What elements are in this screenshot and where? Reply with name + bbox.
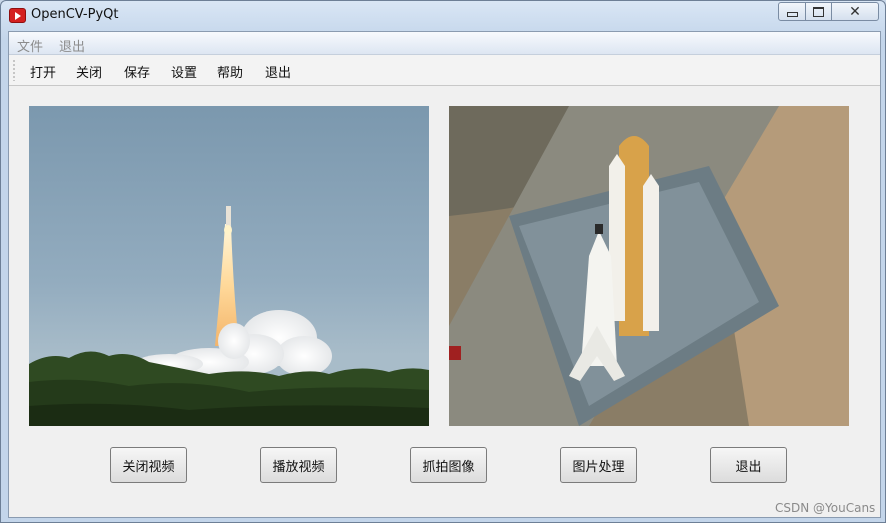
app-icon [9,8,26,23]
menu-exit[interactable]: 退出 [59,36,85,55]
maximize-button[interactable] [805,2,832,21]
maximize-icon [813,6,824,17]
video-view-right [449,106,849,426]
app-window: OpenCV-PyQt ✕ 文件 退出 打开 关闭 保存 设置 帮助 退出 关闭… [0,0,886,523]
capture-image-button[interactable]: 抓拍图像 [410,447,487,483]
main-client-area: 文件 退出 打开 关闭 保存 设置 帮助 退出 关闭视频 播放视频 抓拍图像 图… [8,31,881,518]
rocket-launch-image [29,206,429,426]
exit-button[interactable]: 退出 [710,447,787,483]
toolbar-close[interactable]: 关闭 [76,62,102,81]
play-video-button[interactable]: 播放视频 [260,447,337,483]
toolbar-help[interactable]: 帮助 [217,62,243,81]
toolbar-settings[interactable]: 设置 [171,62,197,81]
close-button[interactable]: ✕ [831,2,879,21]
close-video-button[interactable]: 关闭视频 [110,447,187,483]
minimize-button[interactable] [778,2,806,21]
menu-file[interactable]: 文件 [17,36,43,55]
title-bar[interactable]: OpenCV-PyQt ✕ [1,1,885,31]
toolbar-save[interactable]: 保存 [124,62,150,81]
close-icon: ✕ [849,3,861,20]
video-view-left [29,106,429,426]
watermark: CSDN @YouCans [775,501,876,515]
space-shuttle-image [449,106,849,426]
toolbar-grip-handle[interactable] [13,59,15,81]
menu-bar: 文件 退出 [9,32,880,55]
window-title: OpenCV-PyQt [31,7,119,22]
toolbar-exit[interactable]: 退出 [265,62,291,81]
toolbar: 打开 关闭 保存 设置 帮助 退出 [9,55,880,86]
image-processing-button[interactable]: 图片处理 [560,447,637,483]
minimize-icon [786,12,798,17]
toolbar-open[interactable]: 打开 [30,62,56,81]
